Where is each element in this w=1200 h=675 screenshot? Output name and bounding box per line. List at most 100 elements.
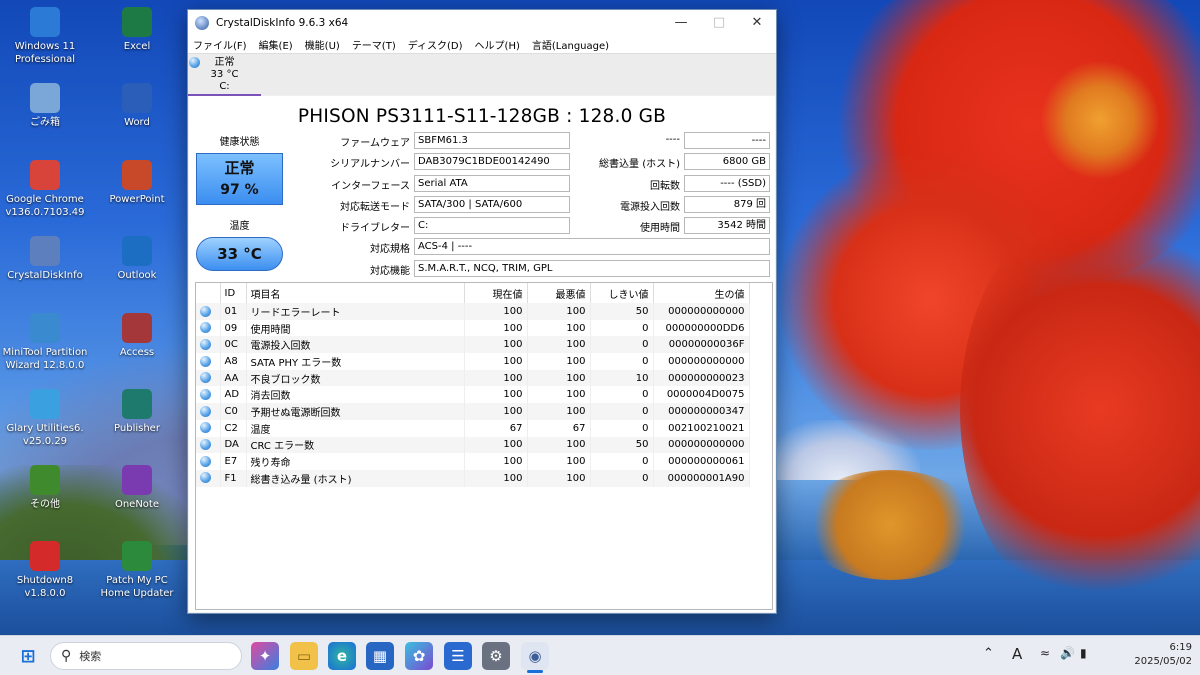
start-button[interactable]: ⊞ [14,642,42,670]
table-row[interactable]: 09 使用時間 100 100 0 000000000DD6 [196,319,750,337]
current-value: 100 [464,403,528,420]
table-row[interactable]: 0C 電源投入回数 100 100 0 00000000036F [196,336,750,354]
disk-tab-drive: C: [219,81,230,92]
menu-disk[interactable]: ディスク(D) [408,37,463,52]
firmware-field: SBFM61.3 [414,132,570,149]
photos-icon[interactable]: ✿ [405,642,433,670]
desktop-icon[interactable]: その他 [2,465,88,511]
desktop-icon-label: Excel [123,41,151,52]
disk-tab-c[interactable]: 正常 33 °C C: [188,54,261,96]
attribute-name: 電源投入回数 [246,336,465,354]
status-good-icon [200,305,211,317]
minimize-button[interactable]: — [662,10,700,35]
desktop-icon[interactable]: PowerPoint [94,160,180,206]
desktop-icon[interactable]: Patch My PC Home Updater [94,541,180,600]
health-percent: 97 % [220,182,259,198]
health-status-box[interactable]: 正常 97 % [196,153,283,205]
disk-model-title: PHISON PS3111-S11-128GB : 128.0 GB [297,106,667,127]
desktop-icon[interactable]: Shutdown8 v1.8.0.0 [2,541,88,600]
title-bar[interactable]: CrystalDiskInfo 9.6.3 x64 — □ ✕ [188,10,776,35]
worst-value: 100 [527,303,591,320]
col-status[interactable] [196,283,221,303]
battery-icon[interactable]: ▮ [1080,646,1087,660]
desktop-icon[interactable]: MiniTool Partition Wizard 12.8.0.0 [2,313,88,372]
menu-function[interactable]: 機能(U) [305,37,340,52]
store-icon[interactable]: ▦ [366,642,394,670]
windows-icon [30,7,60,37]
desktop-icon[interactable]: Word [94,83,180,129]
desktop-icon[interactable]: Excel [94,7,180,53]
edge-icon[interactable]: e [328,642,356,670]
system-clock[interactable]: 6:19 2025/05/02 [1134,641,1192,669]
smart-rows: 01 リードエラーレート 100 100 50 000000000000 09 使用時間 100… [196,303,750,487]
table-row[interactable]: F1 総書き込み量 (ホスト) 100 100 0 000000001A90 [196,469,750,487]
table-row[interactable]: AD 消去回数 100 100 0 0000004D0075 [196,386,750,404]
status-cell [196,386,221,404]
desktop-icon-label: Access [119,347,155,358]
file-explorer-icon[interactable]: ▭ [290,642,318,670]
desktop-icon[interactable]: Outlook [94,236,180,282]
desktop-icon[interactable]: Glary Utilities6. v25.0.29 [2,389,88,448]
current-value: 100 [464,369,528,387]
status-cell [196,436,221,454]
desktop-icon-label: Patch My PC Home Updater [100,575,174,599]
features-field: S.M.A.R.T., NCQ, TRIM, GPL [414,260,770,277]
desktop-icon[interactable]: ごみ箱 [2,83,88,129]
maximize-button[interactable]: □ [700,10,738,35]
attribute-name: 不良ブロック数 [246,369,465,387]
power-on-hours-label: 使用時間 [640,223,680,234]
desktop-icon[interactable]: Google Chrome v136.0.7103.49 [2,160,88,219]
menu-theme[interactable]: テーマ(T) [352,37,396,52]
table-row[interactable]: A8 SATA PHY エラー数 100 100 0 000000000000 [196,353,750,370]
disk-selector-bar: 正常 33 °C C: [188,53,776,96]
threshold-value: 0 [590,453,654,470]
ime-indicator[interactable]: A [1012,645,1022,663]
col-attribute-name[interactable]: 項目名 [246,283,465,303]
blank-field: ---- [684,132,770,149]
col-id[interactable]: ID [220,283,247,303]
menu-help[interactable]: ヘルプ(H) [475,37,520,52]
menu-file[interactable]: ファイル(F) [193,37,247,52]
taskbar: ⊞ ⚲ 検索 ✦ ▭ e ▦ ✿ ☰ ⚙ ◉ ⌃ A ≈ 🔊 ▮ 6:19 20… [0,635,1200,675]
raw-value: 000000000061 [653,453,750,470]
temperature-box[interactable]: 33 °C [196,237,283,271]
smart-header-row: ID 項目名 現在値 最悪値 しきい値 生の値 [196,283,750,303]
health-status-text: 正常 [224,159,255,177]
col-worst[interactable]: 最悪値 [527,283,591,303]
desktop-icon[interactable]: Access [94,313,180,359]
desktop-icon[interactable]: CrystalDiskInfo [2,236,88,282]
col-current[interactable]: 現在値 [464,283,528,303]
interface-label: インターフェース [331,181,410,192]
menu-language[interactable]: 言語(Language) [532,37,609,52]
table-row[interactable]: AA 不良ブロック数 100 100 10 000000000023 [196,369,750,387]
notepad-icon[interactable]: ☰ [444,642,472,670]
threshold-value: 0 [590,403,654,420]
col-threshold[interactable]: しきい値 [590,283,654,303]
standard-label: 対応規格 [370,244,410,255]
threshold-value: 50 [590,303,654,320]
chevron-up-icon[interactable]: ⌃ [983,646,994,661]
close-button[interactable]: ✕ [738,10,776,35]
clock-time: 6:19 [1169,642,1192,653]
copilot-icon[interactable]: ✦ [251,642,279,670]
col-raw-value[interactable]: 生の値 [653,283,750,303]
status-cell [196,453,221,470]
table-row[interactable]: C0 予期せぬ電源断回数 100 100 0 000000000347 [196,403,750,420]
crystaldiskinfo-taskbar-icon[interactable]: ◉ [521,642,549,670]
current-value: 100 [464,436,528,454]
taskbar-search-box[interactable]: ⚲ 検索 [50,642,242,670]
table-row[interactable]: DA CRC エラー数 100 100 50 000000000000 [196,436,750,454]
power-on-hours-field: 3542 時間 [684,217,770,234]
table-row[interactable]: 01 リードエラーレート 100 100 50 000000000000 [196,303,750,320]
wifi-icon[interactable]: ≈ [1040,646,1050,660]
smart-attribute-table[interactable]: ID 項目名 現在値 最悪値 しきい値 生の値 01 リードエラーレート 100 10… [195,282,773,610]
menu-edit[interactable]: 編集(E) [259,37,293,52]
settings-gear-icon[interactable]: ⚙ [482,642,510,670]
volume-icon[interactable]: 🔊 [1060,646,1075,660]
serial-label: シリアルナンバー [330,159,410,170]
desktop-icon[interactable]: Windows 11 Professional [2,7,88,66]
table-row[interactable]: C2 温度 67 67 0 002100210021 [196,419,750,437]
desktop-icon[interactable]: Publisher [94,389,180,435]
desktop-icon[interactable]: OneNote [94,465,180,511]
table-row[interactable]: E7 残り寿命 100 100 0 000000000061 [196,453,750,470]
